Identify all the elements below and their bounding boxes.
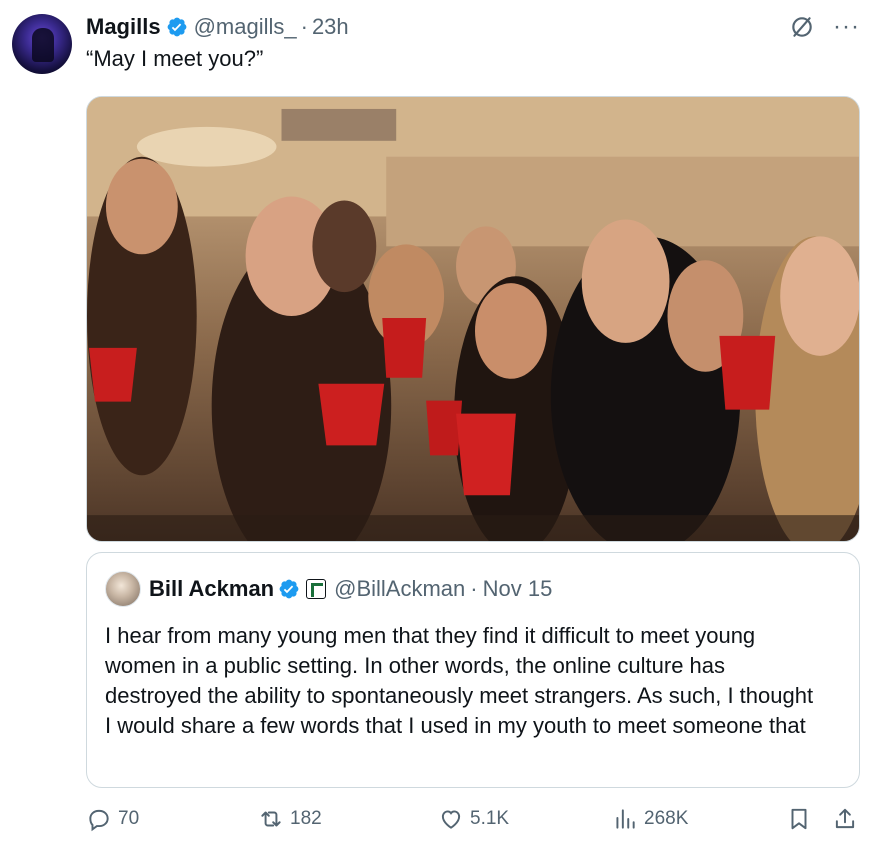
quoted-author-name[interactable]: Bill Ackman [149, 576, 274, 602]
views-icon [616, 809, 635, 829]
grok-icon[interactable] [789, 14, 815, 40]
tweet-timestamp[interactable]: 23h [312, 14, 349, 40]
author-avatar[interactable] [12, 14, 72, 74]
view-count: 268K [644, 808, 689, 829]
repost-count: 182 [290, 808, 322, 829]
bookmark-button[interactable] [786, 806, 812, 832]
views-button[interactable]: 268K [612, 806, 688, 832]
bookmark-icon [791, 808, 807, 830]
share-button[interactable] [832, 806, 858, 832]
quoted-tweet-header: Bill Ackman @BillAckman · Nov 15 [105, 571, 552, 607]
more-icon[interactable]: ··· [833, 15, 860, 39]
reply-icon [89, 809, 109, 832]
reply-count: 70 [118, 808, 140, 829]
quoted-tweet-text: I hear from many young men that they fin… [105, 623, 814, 738]
verified-badge-icon [167, 17, 186, 37]
repost-button[interactable]: 182 [258, 806, 322, 832]
author-handle[interactable]: @magills_ [194, 14, 297, 40]
reply-button[interactable]: 70 [86, 806, 139, 832]
like-button[interactable]: 5.1K [438, 806, 509, 832]
affiliation-icon[interactable] [306, 579, 327, 599]
party-photo [87, 97, 859, 541]
quoted-tweet[interactable]: Bill Ackman @BillAckman · Nov 15 I hear … [86, 552, 860, 788]
like-icon [441, 810, 461, 829]
tweet-top-actions: ··· [789, 14, 860, 40]
share-icon [835, 808, 855, 829]
quoted-author-avatar[interactable] [105, 571, 141, 607]
tweet-text: “May I meet you?” [86, 46, 264, 71]
quoted-author-handle[interactable]: @BillAckman [334, 576, 465, 602]
quoted-tweet-timestamp[interactable]: Nov 15 [483, 576, 553, 602]
like-count: 5.1K [470, 808, 510, 829]
tweet-action-bar: 70 182 5.1K 268K [86, 806, 860, 836]
retweet-icon [261, 811, 281, 827]
tweet-media-photo[interactable] [86, 96, 860, 542]
separator-dot: · [470, 576, 478, 601]
tweet-header: Magills @magills_ · 23h [86, 12, 349, 42]
verified-badge-icon [279, 579, 299, 599]
separator-dot: · [300, 14, 308, 39]
author-display-name[interactable]: Magills [86, 14, 161, 40]
